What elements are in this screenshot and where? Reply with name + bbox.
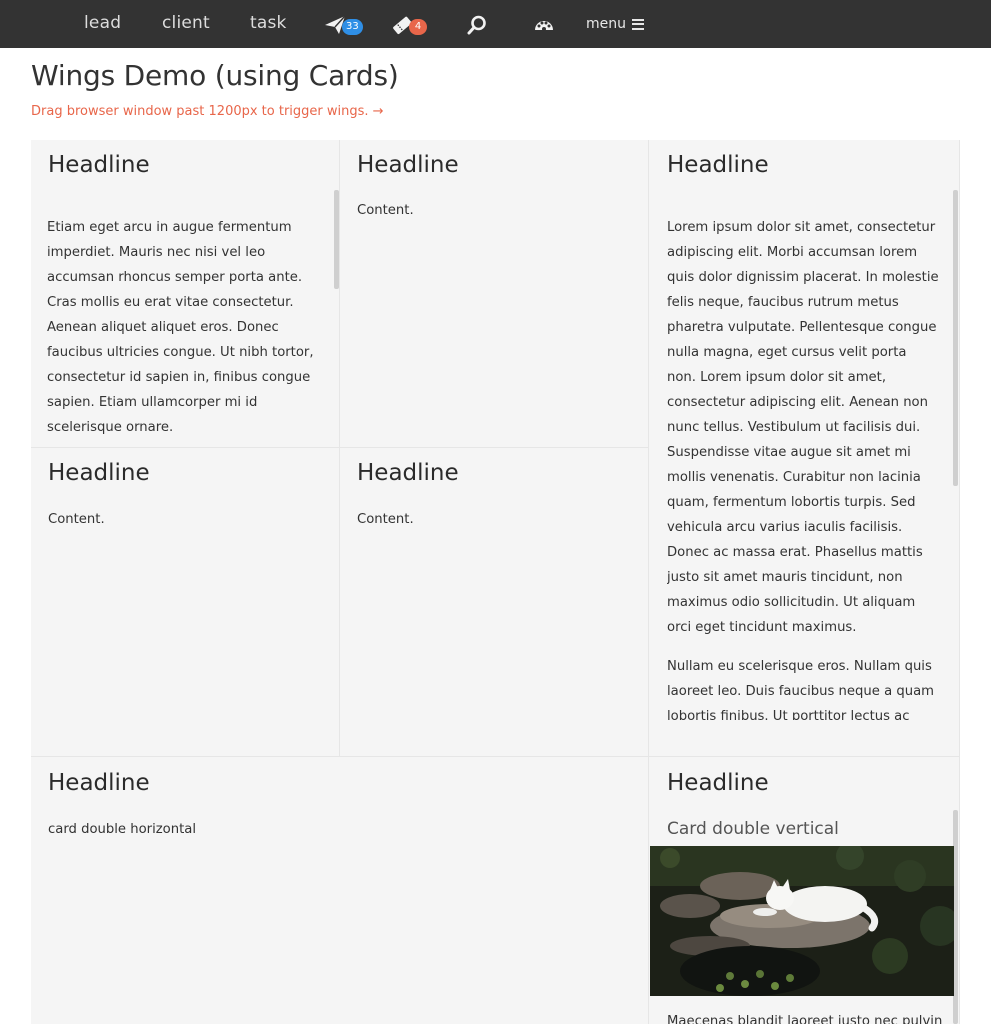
nav-link-lead[interactable]: lead	[84, 13, 121, 33]
palette-icon[interactable]	[533, 14, 555, 36]
card-content: Content.	[357, 512, 414, 527]
card-paragraph: Lorem ipsum dolor sit amet, consectetur …	[667, 220, 939, 635]
card-headline: Headline	[357, 460, 459, 486]
card-double-vertical-text: Headline Lorem ipsum dolor sit amet, con…	[649, 140, 960, 757]
card-double-horizontal: Headline card double horizontal	[31, 757, 649, 1024]
card-headline: Headline	[48, 770, 150, 796]
top-navbar: lead client task 33 4 menu	[0, 0, 991, 48]
card-headline: Headline	[667, 770, 769, 796]
card: Headline Content.	[340, 448, 649, 757]
menu-label: menu	[586, 16, 626, 32]
tickets-badge: 4	[409, 19, 427, 35]
wings-hint: Drag browser window past 1200px to trigg…	[31, 104, 384, 119]
card-content: Maecenas blandit laoreet justo nec pulvi…	[667, 1014, 943, 1024]
card-headline: Headline	[48, 460, 150, 486]
card: Headline Content.	[31, 448, 340, 757]
menu-button[interactable]: menu	[586, 16, 644, 32]
card-headline: Headline	[667, 152, 769, 178]
card: Headline Etiam eget arcu in augue fermen…	[31, 140, 340, 448]
nav-link-task[interactable]: task	[250, 13, 287, 33]
page-title: Wings Demo (using Cards)	[31, 59, 399, 92]
card-content: Content.	[357, 203, 414, 218]
messages-badge: 33	[342, 19, 363, 35]
card-paragraph: Nullam eu scelerisque eros. Nullam quis …	[667, 659, 934, 720]
card-subheadline: Card double vertical	[667, 819, 839, 839]
card-content: Lorem ipsum dolor sit amet, consectetur …	[667, 215, 939, 720]
card-scrollbar[interactable]	[953, 190, 958, 486]
search-icon[interactable]	[466, 14, 488, 36]
card-headline: Headline	[48, 152, 150, 178]
card-headline: Headline	[357, 152, 459, 178]
card-scrollbar[interactable]	[334, 190, 339, 289]
card-content: Content.	[48, 512, 105, 527]
nav-link-client[interactable]: client	[162, 13, 210, 33]
card-content: Etiam eget arcu in augue fermentum imper…	[47, 220, 314, 435]
card-content: card double horizontal	[48, 822, 196, 837]
hamburger-icon	[632, 18, 644, 30]
cat-photo	[650, 846, 954, 996]
card: Headline Content.	[340, 140, 649, 448]
